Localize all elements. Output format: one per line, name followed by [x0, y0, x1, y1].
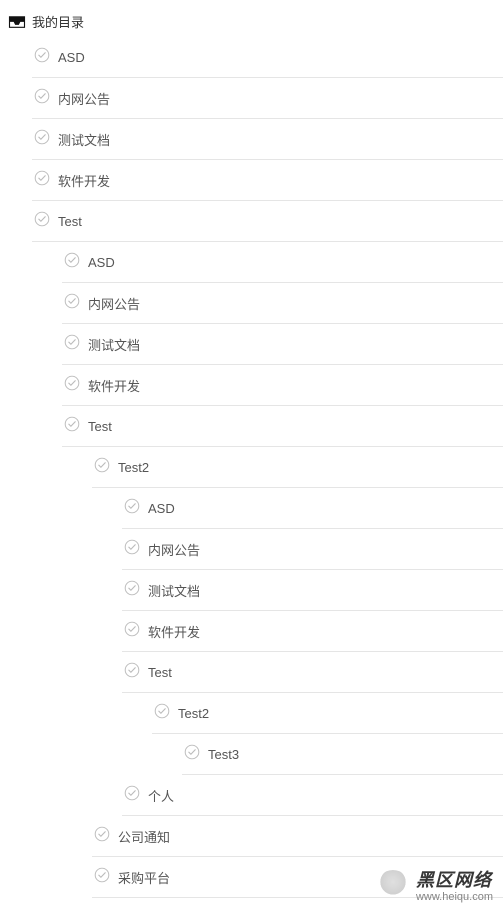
tree-item-label: 测试文档 [58, 130, 110, 149]
tree-root-item[interactable]: 我的目录 [8, 12, 503, 37]
tree-body: ASD内网公告测试文档软件开发TestASD内网公告测试文档软件开发TestTe… [8, 37, 503, 898]
tree-item-label: 测试文档 [88, 335, 140, 354]
tree-item-label: Test [88, 419, 112, 434]
check-circle-icon [124, 662, 140, 683]
tree-item-label: Test2 [118, 460, 149, 475]
tree-item-label: ASD [148, 501, 175, 516]
tree-item[interactable]: 软件开发 [122, 611, 503, 652]
tree-item[interactable]: 软件开发 [62, 365, 503, 406]
check-circle-icon [94, 826, 110, 847]
tree-item-label: 公司通知 [118, 827, 170, 846]
tree-item-label: 内网公告 [58, 89, 110, 108]
tree-item[interactable]: 测试文档 [32, 119, 503, 160]
check-circle-icon [124, 785, 140, 806]
tree-item-label: 软件开发 [58, 171, 110, 190]
tree-item-label: 内网公告 [148, 540, 200, 559]
check-circle-icon [124, 621, 140, 642]
check-circle-icon [154, 703, 170, 724]
tree-item-label: Test [148, 665, 172, 680]
check-circle-icon [184, 744, 200, 765]
tree-item[interactable]: 内网公告 [62, 283, 503, 324]
tree-item-label: Test3 [208, 747, 239, 762]
tree-item-label: ASD [58, 50, 85, 65]
check-circle-icon [34, 47, 50, 68]
check-circle-icon [64, 334, 80, 355]
directory-tree: 我的目录 ASD内网公告测试文档软件开发TestASD内网公告测试文档软件开发T… [0, 0, 503, 898]
tree-item-label: 测试文档 [148, 581, 200, 600]
tree-item[interactable]: 公司通知 [92, 816, 503, 857]
check-circle-icon [94, 867, 110, 888]
tree-item[interactable]: 内网公告 [32, 78, 503, 119]
tree-item[interactable]: ASD [32, 37, 503, 78]
tree-item[interactable]: 采购平台 [92, 857, 503, 898]
check-circle-icon [124, 580, 140, 601]
tree-item[interactable]: ASD [62, 242, 503, 283]
inbox-icon [8, 15, 26, 29]
check-circle-icon [124, 539, 140, 560]
tree-item-label: 软件开发 [88, 376, 140, 395]
check-circle-icon [34, 88, 50, 109]
tree-item[interactable]: Test [122, 652, 503, 693]
tree-item-label: 采购平台 [118, 868, 170, 887]
tree-item-label: Test2 [178, 706, 209, 721]
check-circle-icon [34, 129, 50, 150]
check-circle-icon [64, 293, 80, 314]
tree-item[interactable]: Test [32, 201, 503, 242]
tree-item[interactable]: 个人 [122, 775, 503, 816]
tree-item[interactable]: Test [62, 406, 503, 447]
check-circle-icon [64, 416, 80, 437]
check-circle-icon [124, 498, 140, 519]
tree-item[interactable]: 软件开发 [32, 160, 503, 201]
tree-item-label: 内网公告 [88, 294, 140, 313]
tree-item-label: ASD [88, 255, 115, 270]
tree-item[interactable]: Test3 [182, 734, 503, 775]
tree-item[interactable]: Test2 [92, 447, 503, 488]
tree-item-label: 软件开发 [148, 622, 200, 641]
tree-item-label: 个人 [148, 786, 174, 805]
tree-item[interactable]: ASD [122, 488, 503, 529]
tree-item[interactable]: 内网公告 [122, 529, 503, 570]
tree-item[interactable]: 测试文档 [62, 324, 503, 365]
check-circle-icon [94, 457, 110, 478]
check-circle-icon [34, 211, 50, 232]
check-circle-icon [34, 170, 50, 191]
tree-item[interactable]: 测试文档 [122, 570, 503, 611]
check-circle-icon [64, 375, 80, 396]
tree-item[interactable]: Test2 [152, 693, 503, 734]
tree-root-label: 我的目录 [32, 12, 84, 31]
tree-item-label: Test [58, 214, 82, 229]
check-circle-icon [64, 252, 80, 273]
